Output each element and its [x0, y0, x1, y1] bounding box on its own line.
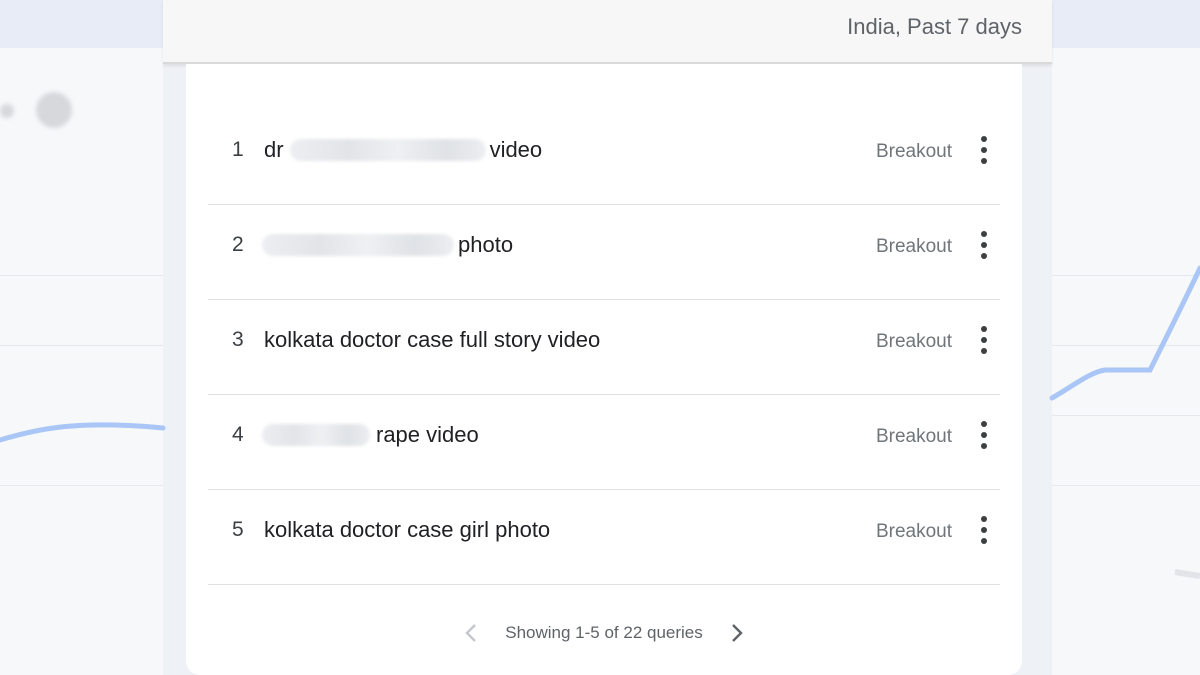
filter-header: India, Past 7 days: [163, 0, 1052, 64]
query-text[interactable]: rape video: [262, 422, 479, 448]
query-text[interactable]: kolkata doctor case full story video: [264, 327, 600, 353]
chevron-left-icon[interactable]: [457, 619, 485, 647]
list-item[interactable]: 3 kolkata doctor case full story video B…: [208, 300, 1000, 395]
chevron-right-icon[interactable]: [723, 619, 751, 647]
query-suffix: rape video: [376, 422, 479, 447]
related-queries-card: 1 dr video Breakout 2 photo Breakout 3 k…: [186, 64, 1022, 675]
query-suffix: video: [489, 137, 543, 162]
list-item[interactable]: 2 photo Breakout: [208, 205, 1000, 300]
breakout-value: Breakout: [875, 426, 952, 447]
redacted-text: [262, 234, 454, 256]
query-suffix: photo: [458, 232, 514, 257]
more-vert-icon[interactable]: [978, 421, 990, 449]
list-item[interactable]: 1 dr video Breakout: [208, 110, 1000, 205]
breakout-value: Breakout: [875, 331, 952, 352]
redacted-text: [289, 139, 486, 161]
more-vert-icon[interactable]: [978, 231, 990, 259]
breakout-value: Breakout: [875, 236, 952, 257]
rank-number: 3: [232, 328, 244, 351]
breakout-value: Breakout: [875, 141, 952, 162]
redacted-text: [262, 424, 370, 446]
rank-number: 4: [232, 423, 244, 446]
pagination-status: Showing 1-5 of 22 queries: [505, 623, 703, 642]
list-item[interactable]: 5 kolkata doctor case girl photo Breakou…: [208, 490, 1000, 585]
more-vert-icon[interactable]: [978, 326, 990, 354]
more-vert-icon[interactable]: [978, 136, 990, 164]
query-prefix: dr: [264, 137, 284, 162]
list-item[interactable]: 4 rape video Breakout: [208, 395, 1000, 490]
query-text[interactable]: photo: [262, 232, 514, 258]
query-suffix: kolkata doctor case full story video: [264, 327, 601, 352]
query-text[interactable]: dr video: [264, 137, 542, 163]
rank-number: 5: [232, 518, 244, 541]
rank-number: 2: [232, 233, 244, 256]
more-vert-icon[interactable]: [978, 516, 990, 544]
region-time-filter[interactable]: India, Past 7 days: [847, 14, 1022, 40]
query-suffix: kolkata doctor case girl photo: [264, 517, 551, 542]
rank-number: 1: [232, 138, 244, 161]
queries-list: 1 dr video Breakout 2 photo Breakout 3 k…: [208, 110, 1000, 585]
query-text[interactable]: kolkata doctor case girl photo: [264, 517, 550, 543]
breakout-value: Breakout: [875, 521, 952, 542]
pagination: Showing 1-5 of 22 queries: [186, 618, 1022, 648]
